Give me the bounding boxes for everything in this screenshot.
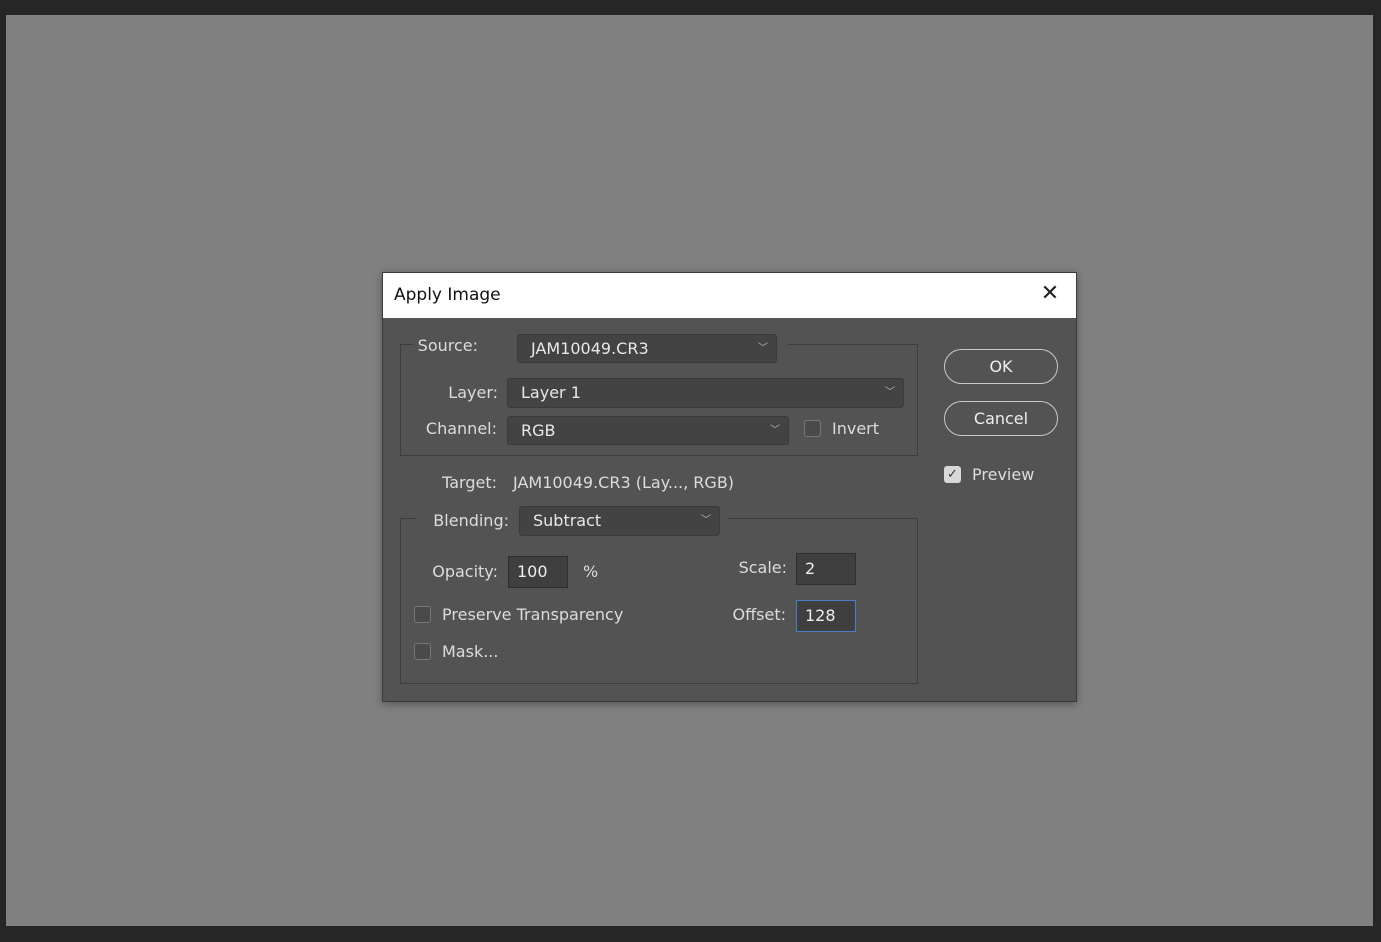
apply-image-dialog: Apply Image ✕ Source: JAM10049.CR3 ﹀ Laye… (382, 272, 1077, 702)
chevron-down-icon: ﹀ (701, 515, 711, 526)
scale-label: Scale: (738, 558, 787, 577)
mask-label[interactable]: Mask... (442, 642, 498, 661)
opacity-input[interactable]: 100 (508, 556, 568, 588)
chevron-down-icon: ﹀ (770, 425, 780, 436)
preserve-transparency-checkbox[interactable] (414, 606, 431, 623)
channel-label: Channel: (425, 419, 497, 438)
title-bar: Apply Image ✕ (383, 273, 1076, 318)
invert-label: Invert (832, 419, 880, 438)
blending-select[interactable]: Subtract ﹀ (519, 506, 720, 536)
preserve-transparency-label: Preserve Transparency (442, 605, 624, 624)
channel-select[interactable]: RGB ﹀ (507, 416, 789, 445)
source-label: Source: (417, 336, 478, 355)
channel-value: RGB (521, 421, 556, 440)
preview-checkbox[interactable]: ✓ (944, 466, 961, 483)
opacity-unit: % (583, 562, 599, 581)
offset-input[interactable]: 128 (796, 600, 856, 632)
target-label: Target: (442, 473, 497, 492)
mask-checkbox[interactable] (414, 643, 431, 660)
layer-label: Layer: (448, 383, 498, 402)
blending-label: Blending: (433, 511, 509, 530)
dialog-title: Apply Image (394, 285, 501, 305)
preview-label: Preview (972, 465, 1035, 484)
cancel-button[interactable]: Cancel (944, 401, 1058, 436)
invert-checkbox[interactable] (804, 420, 821, 437)
scale-input[interactable]: 2 (796, 553, 856, 585)
ok-button[interactable]: OK (944, 349, 1058, 384)
opacity-label: Opacity: (432, 562, 498, 581)
offset-label: Offset: (732, 605, 786, 624)
close-icon[interactable]: ✕ (1038, 282, 1062, 306)
layer-select[interactable]: Layer 1 ﹀ (507, 378, 904, 408)
blending-value: Subtract (533, 511, 602, 530)
source-value: JAM10049.CR3 (531, 339, 649, 358)
chevron-down-icon: ﹀ (885, 387, 895, 398)
checkmark-icon: ✓ (947, 467, 958, 482)
source-select[interactable]: JAM10049.CR3 ﹀ (517, 334, 777, 363)
layer-value: Layer 1 (521, 383, 581, 402)
target-value: JAM10049.CR3 (Lay..., RGB) (513, 473, 735, 492)
chevron-down-icon: ﹀ (758, 343, 768, 354)
